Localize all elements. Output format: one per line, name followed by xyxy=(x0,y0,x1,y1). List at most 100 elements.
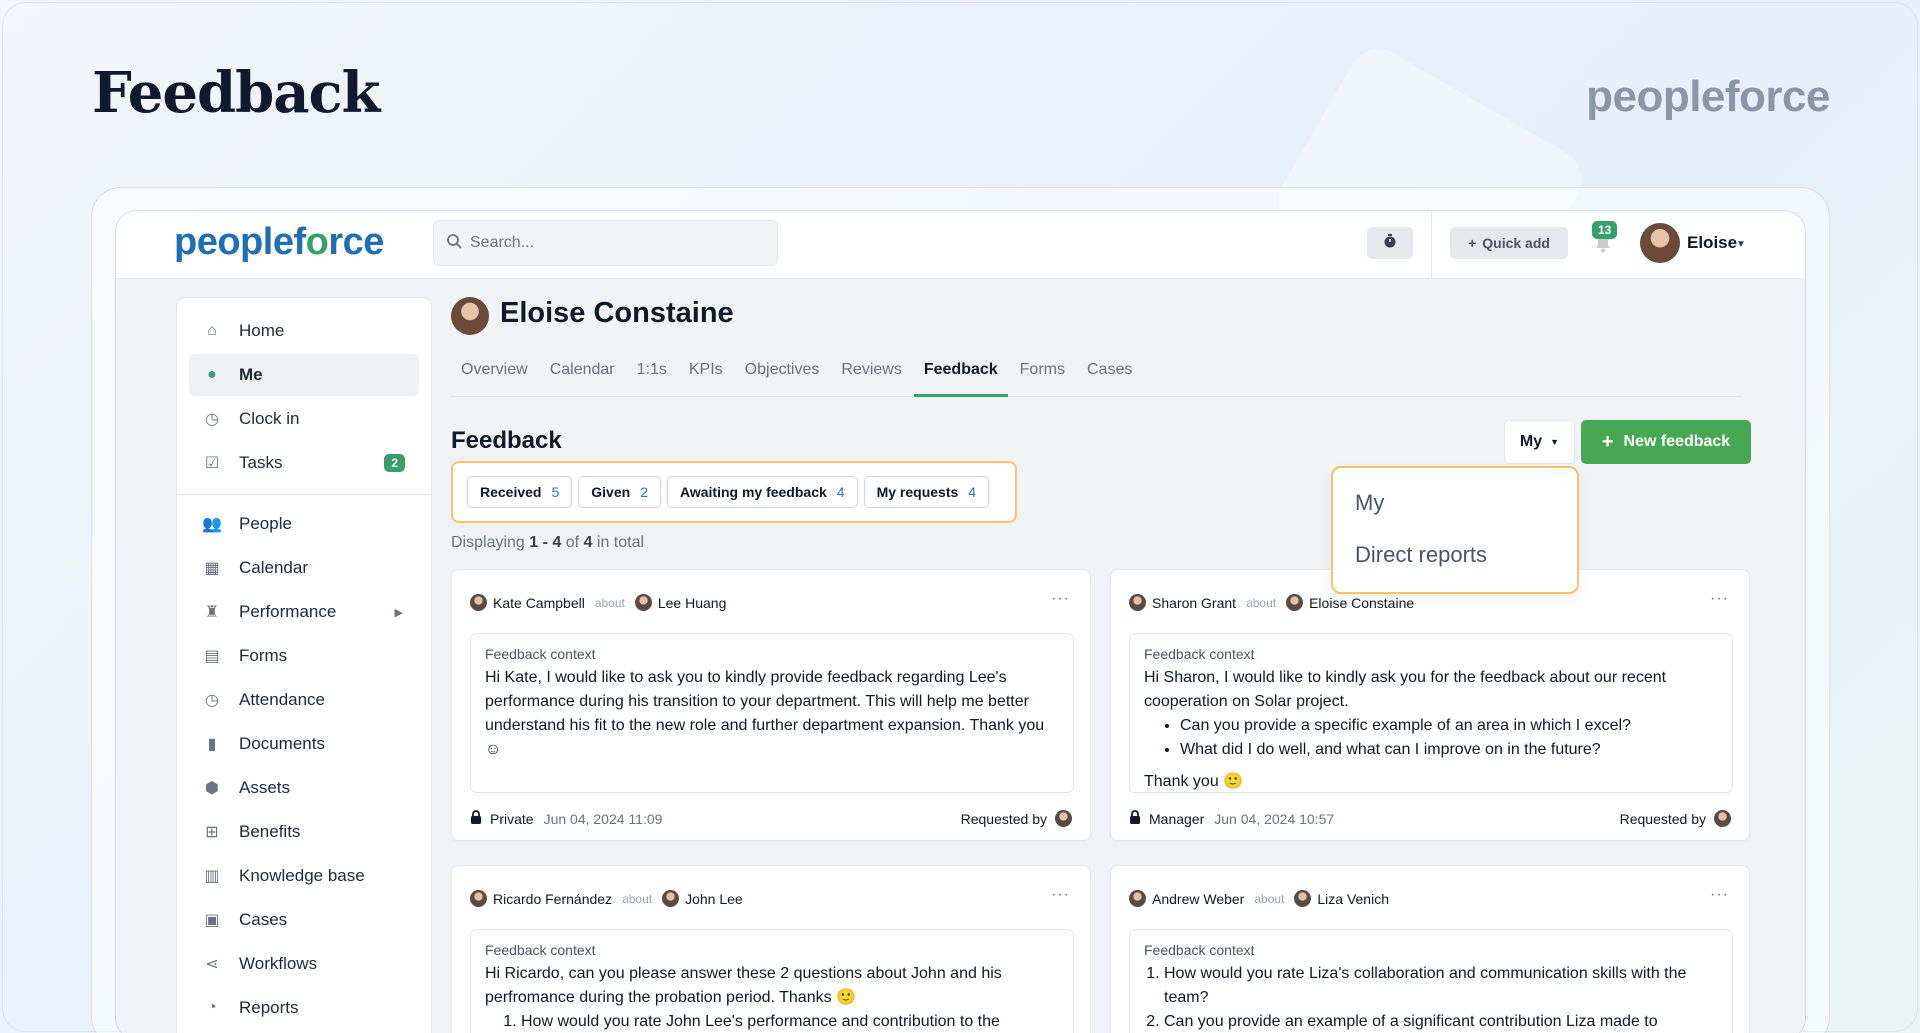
sidebar-item-attendance[interactable]: ◷ Attendance xyxy=(189,679,419,721)
feedback-card[interactable]: Sharon Grant about Eloise Constaine ··· … xyxy=(1110,569,1750,841)
filter-given[interactable]: Given 2 xyxy=(578,476,661,508)
context-bullets: Can you provide a specific example of an… xyxy=(1144,714,1718,762)
sidebar-item-label: Home xyxy=(239,321,285,340)
sidebar-item-knowledge-base[interactable]: ▥ Knowledge base xyxy=(189,855,419,897)
quick-add-label: Quick add xyxy=(1482,235,1550,251)
sidebar-item-workflows[interactable]: ⋖ Workflows xyxy=(189,943,419,985)
sidebar-item-people[interactable]: 👥 People xyxy=(189,503,419,545)
chevron-down-icon[interactable]: ▼ xyxy=(1736,239,1746,250)
sidebar-item-benefits[interactable]: ⊞ Benefits xyxy=(189,811,419,853)
sidebar-item-clock-in[interactable]: ◷ Clock in xyxy=(189,398,419,440)
context-question: How would you rate John Lee's performanc… xyxy=(521,1010,1059,1033)
search-icon xyxy=(446,233,462,254)
dropdown-item-my[interactable]: My xyxy=(1355,490,1384,516)
checkbox-icon: ☑ xyxy=(204,455,220,472)
new-feedback-button[interactable]: + New feedback xyxy=(1581,420,1751,464)
scope-select[interactable]: My ▼ xyxy=(1504,420,1575,464)
sidebar-item-assets[interactable]: ⬢ Assets xyxy=(189,767,419,809)
timer-button[interactable] xyxy=(1367,227,1413,259)
sidebar-item-performance[interactable]: ♜ Performance ▶ xyxy=(189,591,419,633)
sidebar-item-calendar[interactable]: ▦ Calendar xyxy=(189,547,419,589)
avatar xyxy=(1129,890,1146,907)
tab-objectives[interactable]: Objectives xyxy=(735,349,830,397)
more-options-icon[interactable]: ··· xyxy=(1051,590,1070,608)
sidebar-item-me[interactable]: ● Me xyxy=(189,354,419,396)
feedback-card[interactable]: Andrew Weber about Liza Venich ··· Feedb… xyxy=(1110,865,1750,1033)
tab-cases[interactable]: Cases xyxy=(1077,349,1142,397)
document-icon: ▮ xyxy=(207,736,217,753)
sidebar-item-label: Assets xyxy=(239,778,291,797)
caret-down-icon: ▼ xyxy=(1550,437,1560,447)
sidebar-item-tasks[interactable]: ☑ Tasks 2 xyxy=(189,442,419,484)
about-label: about xyxy=(594,595,625,610)
more-options-icon[interactable]: ··· xyxy=(1051,886,1070,904)
card-from[interactable]: Ricardo Fernández xyxy=(493,891,612,907)
context-label: Feedback context xyxy=(485,942,596,958)
feedback-title: Feedback xyxy=(451,427,562,454)
tab-calendar[interactable]: Calendar xyxy=(540,349,625,397)
more-options-icon[interactable]: ··· xyxy=(1710,590,1729,608)
avatar xyxy=(1714,810,1731,827)
card-from[interactable]: Kate Campbell xyxy=(493,595,585,611)
tab-reviews[interactable]: Reviews xyxy=(831,349,911,397)
feedback-card[interactable]: Ricardo Fernández about John Lee ··· Fee… xyxy=(451,865,1091,1033)
visibility-label: Manager xyxy=(1149,810,1205,827)
context-text: Hi Ricardo, can you please answer these … xyxy=(485,965,1002,1006)
visibility-label: Private xyxy=(490,810,534,827)
filter-my-requests[interactable]: My requests 4 xyxy=(863,476,990,508)
trophy-icon: ♜ xyxy=(204,604,220,621)
calendar-icon: ▦ xyxy=(204,560,220,577)
sidebar-item-label: Reports xyxy=(239,998,299,1017)
user-name[interactable]: Eloise xyxy=(1687,233,1737,253)
user-avatar[interactable] xyxy=(1640,223,1680,263)
feedback-context: Feedback context How would you rate Liza… xyxy=(1129,929,1733,1033)
tab-forms[interactable]: Forms xyxy=(1010,349,1075,397)
avatar xyxy=(1055,810,1072,827)
chevron-right-icon: ▶ xyxy=(394,606,403,619)
feedback-card[interactable]: Kate Campbell about Lee Huang ··· Feedba… xyxy=(451,569,1091,841)
sidebar-item-reports[interactable]: ◔ Reports xyxy=(189,987,419,1029)
profile-name: Eloise Constaine xyxy=(500,297,734,329)
card-to[interactable]: Lee Huang xyxy=(658,595,727,611)
profile-tabs: Overview Calendar 1:1s KPIs Objectives Review… xyxy=(451,349,1741,397)
notification-badge: 13 xyxy=(1592,221,1618,239)
card-footer: Private Jun 04, 2024 11:09 Requested by xyxy=(470,810,1072,827)
card-from[interactable]: Andrew Weber xyxy=(1152,891,1244,907)
card-header: Ricardo Fernández about John Lee xyxy=(470,890,743,907)
filter-count: 4 xyxy=(968,484,977,500)
quick-add-button[interactable]: + Quick add xyxy=(1450,227,1568,259)
card-footer: Manager Jun 04, 2024 10:57 Requested by xyxy=(1129,810,1731,827)
tab-1-1s[interactable]: 1:1s xyxy=(627,349,677,397)
tab-overview[interactable]: Overview xyxy=(451,349,538,397)
card-to[interactable]: Eloise Constaine xyxy=(1309,595,1414,611)
card-date: Jun 04, 2024 11:09 xyxy=(543,810,663,827)
app-logo[interactable]: peopleforce xyxy=(174,221,384,264)
about-label: about xyxy=(1246,595,1277,610)
context-bullet: What did I do well, and what can I impro… xyxy=(1180,738,1718,762)
filter-received[interactable]: Received 5 xyxy=(467,476,573,508)
sidebar-item-label: Tasks xyxy=(239,453,283,472)
sidebar-item-documents[interactable]: ▮ Documents xyxy=(189,723,419,765)
card-to[interactable]: Liza Venich xyxy=(1317,891,1389,907)
sidebar-item-label: Cases xyxy=(239,910,288,929)
filter-awaiting-my-feedback[interactable]: Awaiting my feedback 4 xyxy=(666,476,858,508)
avatar xyxy=(1294,890,1312,907)
tab-feedback[interactable]: Feedback xyxy=(913,349,1008,397)
sidebar-item-forms[interactable]: ▤ Forms xyxy=(189,635,419,677)
dropdown-item-direct-reports[interactable]: Direct reports xyxy=(1355,542,1487,568)
scope-select-value: My xyxy=(1519,433,1543,450)
card-from[interactable]: Sharon Grant xyxy=(1152,595,1236,611)
sidebar-item-home[interactable]: ⌂ Home xyxy=(189,310,419,352)
card-to[interactable]: John Lee xyxy=(685,891,743,907)
lock-icon xyxy=(1129,810,1141,827)
tab-kpis[interactable]: KPIs xyxy=(679,349,733,397)
card-header: Kate Campbell about Lee Huang xyxy=(470,594,726,611)
sidebar-item-cases[interactable]: ▣ Cases xyxy=(189,899,419,941)
sidebar-item-label: Forms xyxy=(239,646,288,665)
plus-icon: + xyxy=(1601,430,1614,453)
filter-count: 2 xyxy=(640,484,648,500)
more-options-icon[interactable]: ··· xyxy=(1710,886,1729,904)
about-label: about xyxy=(622,891,653,906)
search-box[interactable] xyxy=(433,220,778,266)
search-input[interactable] xyxy=(470,234,750,252)
